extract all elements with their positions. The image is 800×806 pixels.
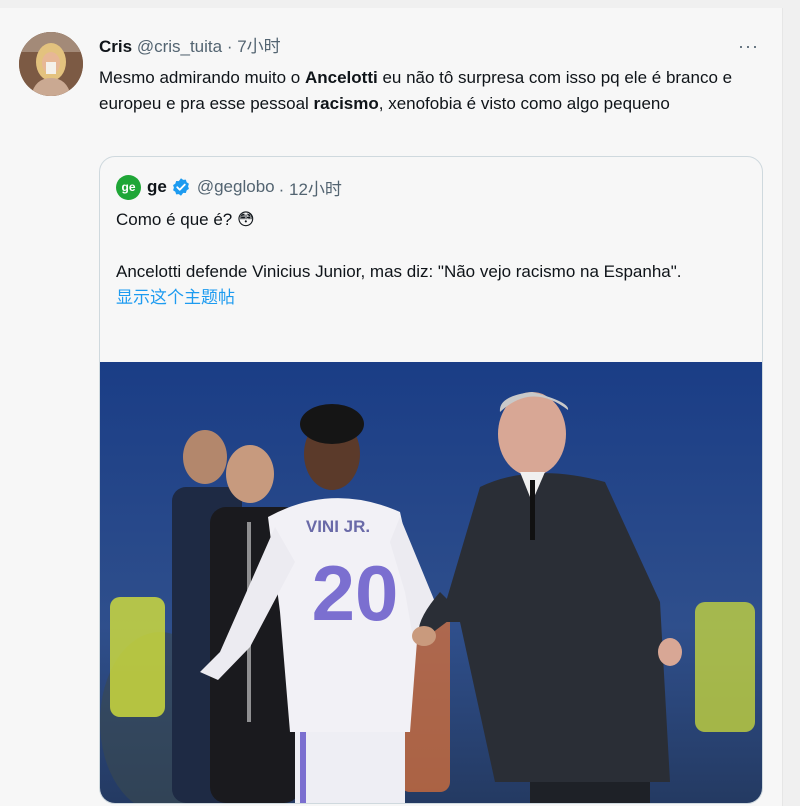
tweet-text-bold: racismo <box>313 94 379 113</box>
author-name[interactable]: Cris <box>99 37 132 56</box>
author-handle[interactable]: @cris_tuita <box>137 37 222 56</box>
author-avatar[interactable] <box>19 32 83 96</box>
jersey-name-text: VINI JR. <box>306 517 370 536</box>
quoted-tweet-text: Como é que é? 😳 Ancelotti defende Vinici… <box>116 207 736 311</box>
jersey-number-text: 20 <box>312 549 399 637</box>
tweet-card[interactable]: Cris @cris_tuita · 7小时 ··· Mesmo admiran… <box>0 8 783 806</box>
quoted-tweet-time[interactable]: · 12小时 <box>279 175 342 200</box>
tweet-text: Mesmo admirando muito o Ancelotti eu não… <box>99 65 767 117</box>
tweet-text-part: Mesmo admirando muito o <box>99 68 305 87</box>
verified-badge-icon <box>171 177 191 197</box>
quoted-text-line1: Como é que é? 😳 <box>116 210 255 229</box>
quoted-author-handle[interactable]: @geglobo <box>197 177 275 197</box>
tweet-header: Cris @cris_tuita · 7小时 <box>99 36 281 58</box>
tweet-text-part: , xenofobia é visto como algo pequeno <box>378 94 670 113</box>
quoted-tweet-photo[interactable]: VINI JR. 20 <box>100 362 762 803</box>
quoted-author-name[interactable]: ge <box>147 177 167 197</box>
quoted-text-line2: Ancelotti defende Vinicius Junior, mas d… <box>116 262 682 281</box>
tweet-text-bold: Ancelotti <box>304 68 378 87</box>
tweet-time[interactable]: · 7小时 <box>227 37 281 56</box>
quoted-tweet[interactable]: ge ge @geglobo · 12小时 Como é que é? 😳 An… <box>99 156 763 804</box>
quoted-tweet-header: ge ge @geglobo · 12小时 <box>116 174 342 200</box>
ge-logo-avatar[interactable]: ge <box>116 174 141 200</box>
more-options-icon[interactable]: ··· <box>738 36 759 57</box>
show-thread-link[interactable]: 显示这个主题帖 <box>116 285 736 311</box>
